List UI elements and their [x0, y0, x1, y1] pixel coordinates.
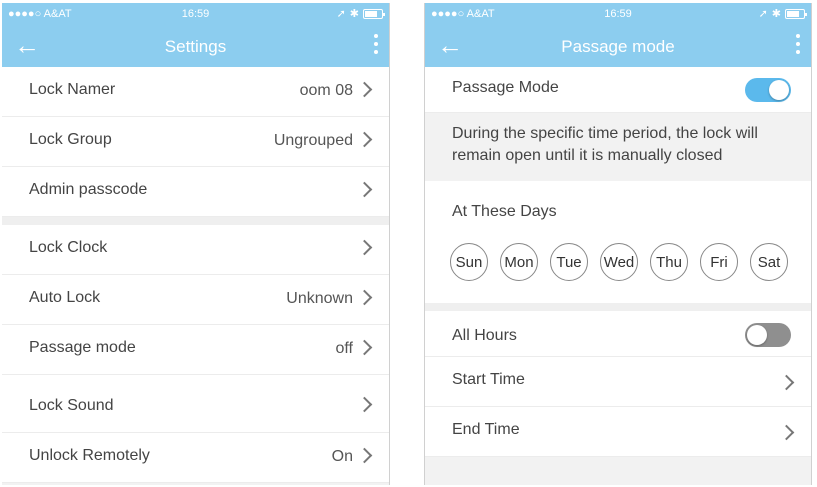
section-divider [2, 217, 389, 225]
settings-row-lock-sound[interactable]: Lock Sound [2, 375, 389, 433]
settings-group-2: Lock Clock Auto Lock Unknown Passage mod… [2, 225, 389, 483]
chevron-right-icon [356, 396, 373, 413]
all-hours-toggle[interactable] [745, 323, 791, 347]
row-value: Ungrouped [273, 132, 353, 149]
passage-mode-toggle[interactable] [745, 78, 791, 102]
settings-group-1: Lock Namer oom 08 Lock Group Ungrouped A… [2, 67, 389, 217]
chevron-right-icon [356, 447, 373, 464]
settings-row-passage-mode[interactable]: Passage mode off [2, 325, 389, 375]
row-value: On [331, 448, 353, 465]
more-options-icon[interactable] [795, 34, 801, 54]
day-sat-button[interactable]: Sat [750, 243, 788, 281]
days-title: At These Days [452, 203, 557, 220]
day-sun-button[interactable]: Sun [450, 243, 488, 281]
end-time-label: End Time [452, 421, 520, 438]
chevron-right-icon [778, 374, 795, 391]
day-selector: Sun Mon Tue Wed Thu Fri Sat [450, 243, 788, 281]
section-divider [425, 303, 811, 311]
chevron-right-icon [356, 131, 373, 148]
day-mon-button[interactable]: Mon [500, 243, 538, 281]
settings-row-admin-passcode[interactable]: Admin passcode [2, 167, 389, 217]
status-icons: ➚ ✱ [336, 7, 385, 20]
battery-icon [785, 8, 807, 19]
row-label: Admin passcode [29, 181, 148, 198]
row-label: Passage mode [29, 339, 136, 356]
row-value: oom 08 [299, 82, 353, 99]
passage-mode-label: Passage Mode [452, 79, 559, 96]
chevron-right-icon [356, 339, 373, 356]
chevron-right-icon [778, 424, 795, 441]
battery-icon [363, 8, 385, 19]
passage-mode-screen: ●●●●○ A&AT 16:59 ➚ ✱ ← Passage mode Pass… [424, 3, 812, 485]
status-bar: ●●●●○ A&AT 16:59 ➚ ✱ [425, 3, 811, 25]
row-value: off [335, 340, 354, 357]
status-bar: ●●●●○ A&AT 16:59 ➚ ✱ [2, 3, 389, 25]
settings-row-lock-name[interactable]: Lock Namer oom 08 [2, 67, 389, 117]
status-time: 16:59 [604, 8, 632, 20]
nav-bar: ← Settings [2, 25, 389, 67]
toggle-knob [769, 80, 789, 100]
chevron-right-icon [356, 289, 373, 306]
settings-screen: ●●●●○ A&AT 16:59 ➚ ✱ ← Settings Lock Nam… [2, 3, 390, 485]
settings-row-unlock-remotely[interactable]: Unlock Remotely On [2, 433, 389, 483]
end-time-row[interactable]: End Time [425, 407, 811, 457]
all-hours-label: All Hours [452, 327, 517, 344]
row-label: Unlock Remotely [29, 447, 150, 464]
nav-bar: ← Passage mode [425, 25, 811, 67]
toggle-knob [747, 325, 767, 345]
day-fri-button[interactable]: Fri [700, 243, 738, 281]
day-tue-button[interactable]: Tue [550, 243, 588, 281]
location-icon: ➚ [758, 8, 768, 20]
settings-row-lock-clock[interactable]: Lock Clock [2, 225, 389, 275]
chevron-right-icon [356, 181, 373, 198]
start-time-label: Start Time [452, 371, 525, 388]
location-icon: ➚ [336, 8, 346, 20]
day-thu-button[interactable]: Thu [650, 243, 688, 281]
row-value: Unknown [286, 290, 353, 307]
bluetooth-icon: ✱ [349, 8, 359, 20]
day-wed-button[interactable]: Wed [600, 243, 638, 281]
chevron-right-icon [356, 81, 373, 98]
more-options-icon[interactable] [373, 34, 379, 54]
all-hours-row: All Hours [425, 311, 811, 357]
bluetooth-icon: ✱ [771, 8, 781, 20]
chevron-right-icon [356, 239, 373, 256]
days-section: At These Days Sun Mon Tue Wed Thu Fri Sa… [425, 181, 811, 303]
passage-mode-row: Passage Mode [425, 67, 811, 113]
settings-row-auto-lock[interactable]: Auto Lock Unknown [2, 275, 389, 325]
page-title: Settings [164, 37, 227, 56]
row-label: Lock Clock [29, 239, 108, 256]
row-label: Auto Lock [29, 289, 101, 306]
row-label: Lock Namer [29, 81, 116, 98]
start-time-row[interactable]: Start Time [425, 357, 811, 407]
page-title: Passage mode [561, 37, 675, 56]
status-time: 16:59 [181, 8, 210, 20]
settings-row-lock-group[interactable]: Lock Group Ungrouped [2, 117, 389, 167]
row-label: Lock Sound [29, 397, 114, 414]
status-icons: ➚ ✱ [758, 7, 807, 20]
passage-mode-description: During the specific time period, the loc… [425, 113, 811, 181]
row-label: Lock Group [29, 131, 112, 148]
